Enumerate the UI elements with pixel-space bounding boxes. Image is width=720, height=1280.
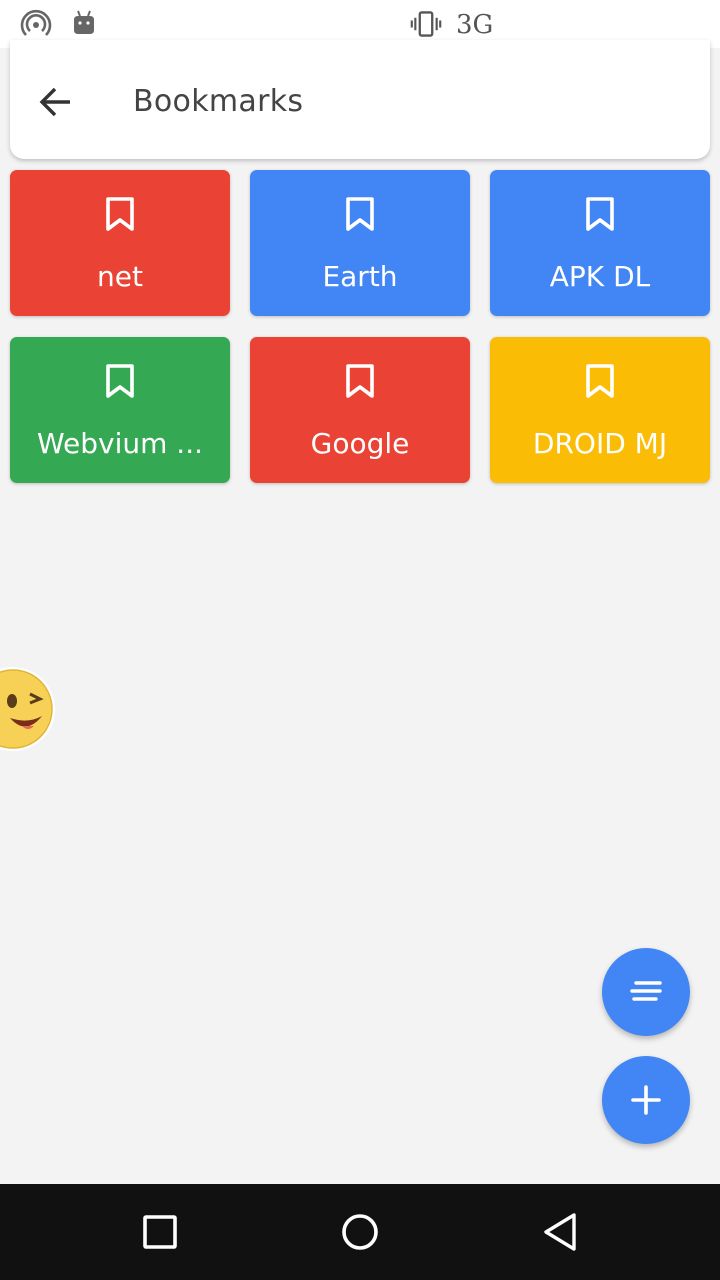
bookmark-icon [586, 364, 614, 398]
recents-icon [143, 1215, 177, 1249]
bookmark-tile-net[interactable]: net [10, 170, 230, 316]
sort-fab-button[interactable] [602, 948, 690, 1036]
back-icon [544, 1213, 576, 1251]
add-bookmark-fab-button[interactable] [602, 1056, 690, 1144]
bookmark-icon [106, 197, 134, 231]
home-button[interactable] [336, 1208, 384, 1256]
bookmark-label: DROID MJ [532, 427, 668, 460]
app-bar: Bookmarks [10, 40, 710, 159]
bookmark-label: net [97, 260, 143, 293]
bookmark-tile-apk-dl[interactable]: APK DL [490, 170, 710, 316]
bookmark-icon [346, 364, 374, 398]
bookmark-icon [586, 197, 614, 231]
bookmark-tile-google[interactable]: Google [250, 337, 470, 483]
bookmark-label: Google [310, 427, 410, 460]
recents-button[interactable] [136, 1208, 184, 1256]
vibrate-icon [410, 11, 442, 37]
bookmark-tile-webvium[interactable]: Webvium ... [10, 337, 230, 483]
bookmark-tile-droid-mj[interactable]: DROID MJ [490, 337, 710, 483]
android-icon [74, 10, 94, 34]
back-button[interactable] [32, 78, 80, 126]
bookmark-tile-earth[interactable]: Earth [250, 170, 470, 316]
bookmark-icon [106, 364, 134, 398]
page-title: Bookmarks [133, 84, 304, 119]
bookmark-label: Webvium ... [36, 427, 204, 460]
nav-back-button[interactable] [536, 1208, 584, 1256]
bookmark-icon [346, 197, 374, 231]
arrow-back-icon [39, 87, 70, 117]
add-icon [631, 1085, 661, 1115]
winking-emoji-icon[interactable] [0, 666, 56, 752]
home-icon [342, 1214, 378, 1250]
hotspot-icon [20, 9, 52, 36]
bookmark-label: Earth [322, 260, 398, 293]
system-nav-bar [0, 1184, 720, 1280]
bookmark-label: APK DL [549, 260, 651, 293]
network-type: 3G [456, 10, 494, 40]
sort-icon [630, 981, 662, 1001]
